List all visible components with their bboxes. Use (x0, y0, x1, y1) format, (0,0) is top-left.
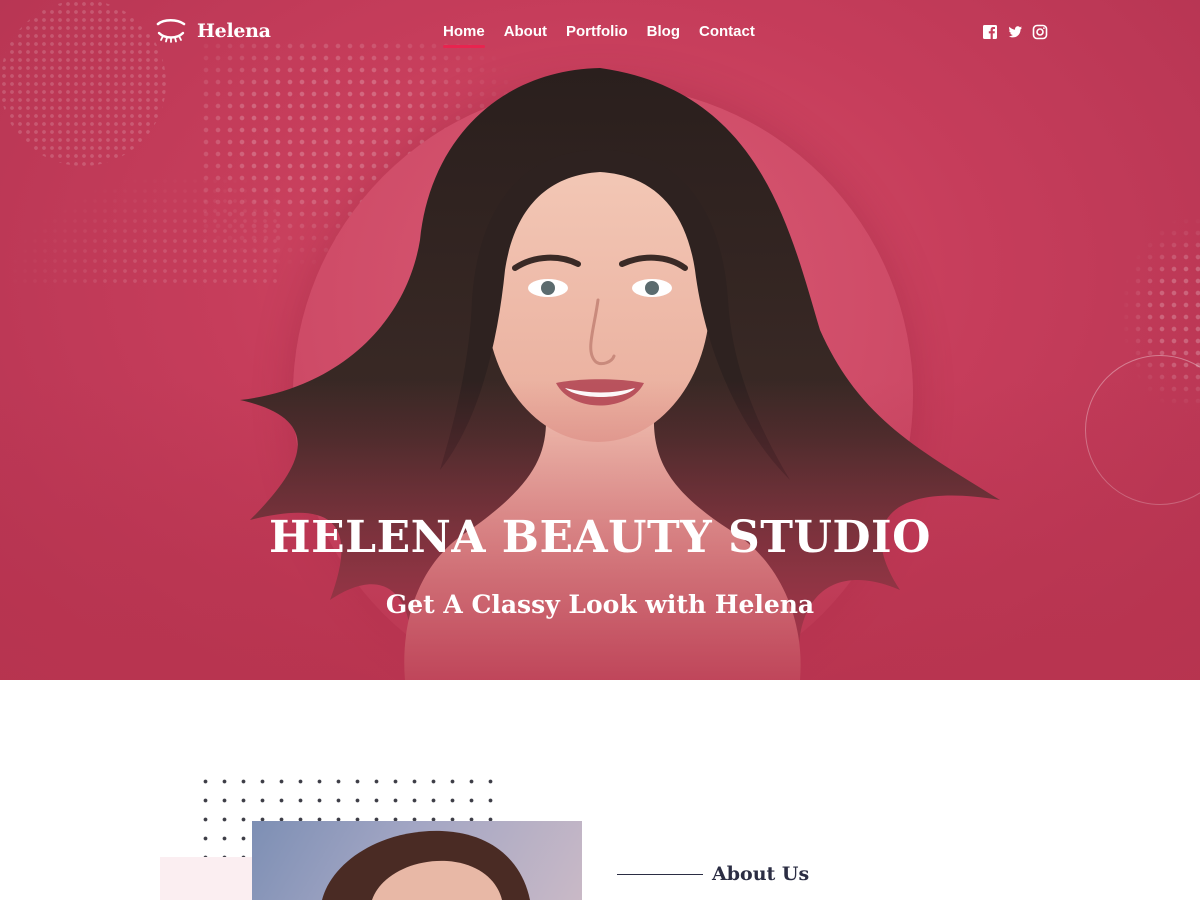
facebook-icon[interactable] (982, 24, 998, 40)
nav-home[interactable]: Home (443, 23, 485, 48)
about-section: About Us (0, 680, 1200, 900)
section-heading-rule (617, 874, 703, 875)
nav-contact[interactable]: Contact (699, 23, 755, 46)
social-links (982, 24, 1048, 40)
instagram-icon[interactable] (1032, 24, 1048, 40)
brand-name: Helena (197, 20, 271, 42)
about-model-image (252, 821, 582, 900)
pink-block-decoration (160, 857, 260, 900)
hero-section: Helena Home About Portfolio Blog Contact… (0, 0, 1200, 680)
hero-model-image (0, 68, 1200, 680)
main-nav: Home About Portfolio Blog Contact (443, 23, 755, 48)
about-heading: About Us (712, 863, 810, 885)
nav-blog[interactable]: Blog (647, 23, 680, 46)
eyelash-icon (156, 18, 186, 43)
nav-about[interactable]: About (504, 23, 547, 46)
hero-title: HELENA BEAUTY STUDIO (269, 512, 931, 563)
site-logo[interactable]: Helena (155, 18, 271, 44)
hero-subtitle: Get A Classy Look with Helena (385, 590, 815, 619)
nav-portfolio[interactable]: Portfolio (566, 23, 628, 46)
twitter-icon[interactable] (1007, 24, 1023, 40)
about-photo-art (322, 830, 530, 900)
